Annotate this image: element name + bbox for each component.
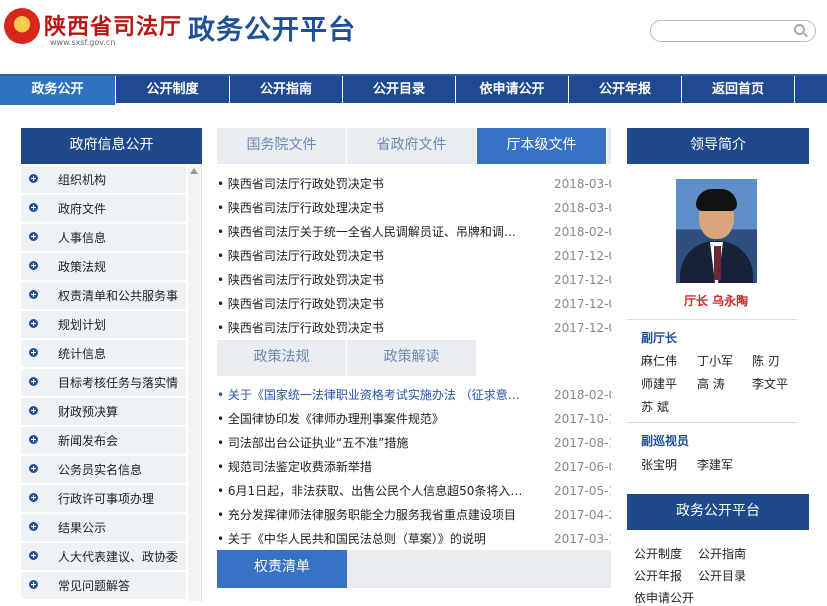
sidebar-item[interactable]: 权责清单和公共服务事 (21, 282, 186, 310)
platform-link[interactable]: 公开目录 (698, 567, 746, 584)
nav-item-public-affairs[interactable]: 政务公开 (0, 76, 116, 105)
policy-list-item[interactable]: • 司法部出台公证执业“五不准”措施 2017-08-1 (217, 433, 611, 453)
document-list-item[interactable]: • 陕西省司法厅行政处理决定书 2018-03-0 (217, 198, 611, 218)
policy-list-item[interactable]: • 6月1日起，非法获取、出售公民个人信息超50条将入… 2017-05-1 (217, 481, 611, 501)
deputy-name[interactable]: 高 涛 (697, 375, 725, 392)
site-header: 陕西省司法厅 www.sxsf.gov.cn 政务公开平台 (0, 0, 827, 74)
nav-item-request-disclosure[interactable]: 依申请公开 (456, 76, 569, 105)
plus-icon (29, 464, 38, 473)
plus-icon (29, 580, 38, 589)
sidebar-scrollbar[interactable] (188, 166, 201, 601)
deputy-heading: 副厅长 (641, 331, 678, 345)
sidebar-item[interactable]: 行政许可事项办理 (21, 485, 186, 513)
plus-icon (29, 261, 38, 270)
tab-provincial-government-documents[interactable]: 省政府文件 (347, 128, 477, 164)
document-list-item[interactable]: • 陕西省司法厅行政处罚决定书 2018-03-0 (217, 174, 611, 194)
document-list-item[interactable]: • 陕西省司法厅行政处罚决定书 2017-12-0 (217, 318, 611, 338)
nav-item-disclosure-guide[interactable]: 公开指南 (230, 76, 343, 105)
document-list-item[interactable]: • 陕西省司法厅行政处罚决定书 2017-12-0 (217, 270, 611, 290)
sidebar-item[interactable]: 常见问题解答 (21, 572, 186, 600)
policy-list-item[interactable]: • 规范司法鉴定收费添新举措 2017-06-0 (217, 457, 611, 477)
leader-profile-title: 领导简介 (627, 128, 809, 164)
plus-icon (29, 348, 38, 357)
sidebar-item[interactable]: 目标考核任务与落实情 (21, 369, 186, 397)
sidebar-item[interactable]: 统计信息 (21, 340, 186, 368)
site-brand[interactable]: 陕西省司法厅 (44, 9, 182, 41)
deputy-name[interactable]: 丁小军 (697, 352, 733, 369)
inspector-heading: 副巡视员 (641, 434, 690, 448)
tab-policy-regulations[interactable]: 政策法规 (217, 340, 347, 376)
bottom-tab-bar (347, 550, 611, 588)
plus-icon (29, 435, 38, 444)
sidebar-item[interactable]: 财政预决算 (21, 398, 186, 426)
platform-link[interactable]: 依申请公开 (634, 589, 694, 606)
scroll-up-arrow-icon[interactable] (190, 168, 198, 174)
leader-photo[interactable] (676, 179, 757, 283)
platform-link[interactable]: 公开指南 (698, 545, 746, 562)
leader-photo-tie (714, 246, 721, 280)
divider (627, 319, 797, 320)
plus-icon (29, 522, 38, 531)
sidebar-item[interactable]: 新闻发布会 (21, 427, 186, 455)
sidebar-item[interactable]: 规划计划 (21, 311, 186, 339)
plus-icon (29, 377, 38, 386)
main-navigation: 政务公开 公开制度 公开指南 公开目录 依申请公开 公开年报 返回首页 (0, 74, 827, 105)
sidebar-item[interactable]: 组织机构 (21, 166, 186, 194)
tab-bureau-documents[interactable]: 厅本级文件 (477, 128, 607, 164)
plus-icon (29, 232, 38, 241)
document-list-item[interactable]: • 陕西省司法厅行政处罚决定书 2017-12-0 (217, 246, 611, 266)
plus-icon (29, 551, 38, 560)
sidebar-item[interactable]: 公务员实名信息 (21, 456, 186, 484)
divider (627, 422, 797, 423)
deputy-name[interactable]: 麻仁伟 (641, 352, 677, 369)
plus-icon (29, 406, 38, 415)
policy-list-item[interactable]: • 关于《国家统一法律职业资格考试实施办法 （征求意… 2018-02-0 (217, 385, 611, 405)
sidebar-item[interactable]: 人事信息 (21, 224, 186, 252)
platform-link[interactable]: 公开制度 (634, 545, 682, 562)
inspector-name[interactable]: 张宝明 (641, 456, 677, 473)
document-list-item[interactable]: • 陕西省司法厅关于统一全省人民调解员证、吊牌和调… 2018-02-0 (217, 222, 611, 242)
sidebar-item[interactable]: 政策法规 (21, 253, 186, 281)
sidebar-item[interactable]: 人大代表建议、政协委 (21, 543, 186, 571)
tab-policy-interpretation[interactable]: 政策解读 (347, 340, 477, 376)
plus-icon (29, 493, 38, 502)
plus-icon (29, 203, 38, 212)
site-url: www.sxsf.gov.cn (50, 38, 116, 47)
sidebar-item[interactable]: 结果公示 (21, 514, 186, 542)
policy-list-item[interactable]: • 充分发挥律师法律服务职能全力服务我省重点建设项目 2017-04-2 (217, 505, 611, 525)
policy-list-item[interactable]: • 全国律协印发《律师办理刑事案件规范》 2017-10-1 (217, 409, 611, 429)
nav-item-annual-report[interactable]: 公开年报 (569, 76, 682, 105)
sidebar-item[interactable]: 政府文件 (21, 195, 186, 223)
tab-state-council-documents[interactable]: 国务院文件 (217, 128, 347, 164)
platform-box-title: 政务公开平台 (627, 494, 809, 530)
plus-icon (29, 290, 38, 299)
national-emblem-icon (4, 8, 40, 44)
policy-list-item[interactable]: • 关于《中华人民共和国民法总则（草案）》的说明 2017-03-1 (217, 529, 611, 549)
leader-photo-hair (696, 189, 737, 211)
chief-leader-name[interactable]: 厅长 乌永陶 (684, 292, 748, 309)
nav-item-disclosure-system[interactable]: 公开制度 (116, 76, 230, 105)
sidebar-title: 政府信息公开 (21, 128, 202, 164)
platform-link[interactable]: 公开年报 (634, 567, 682, 584)
deputy-name[interactable]: 苏 斌 (641, 398, 669, 415)
nav-item-home[interactable]: 返回首页 (682, 76, 795, 105)
plus-icon (29, 319, 38, 328)
platform-title: 政务公开平台 (188, 15, 356, 46)
plus-icon (29, 174, 38, 183)
sidebar-list: 组织机构 政府文件 人事信息 政策法规 权责清单和公共服务事 规划计划 统计信息… (21, 166, 186, 601)
tab-responsibility-list[interactable]: 权责清单 (217, 550, 347, 588)
search-input[interactable] (650, 20, 816, 42)
nav-item-disclosure-catalog[interactable]: 公开目录 (343, 76, 456, 105)
deputy-name[interactable]: 师建平 (641, 375, 677, 392)
deputy-name[interactable]: 陈 刃 (752, 352, 780, 369)
document-list-item[interactable]: • 陕西省司法厅行政处罚决定书 2017-12-0 (217, 294, 611, 314)
search-icon[interactable] (794, 24, 805, 35)
deputy-name[interactable]: 李文平 (752, 375, 788, 392)
document-tabs: 国务院文件 省政府文件 厅本级文件 (217, 128, 611, 164)
inspector-name[interactable]: 李建军 (697, 456, 733, 473)
